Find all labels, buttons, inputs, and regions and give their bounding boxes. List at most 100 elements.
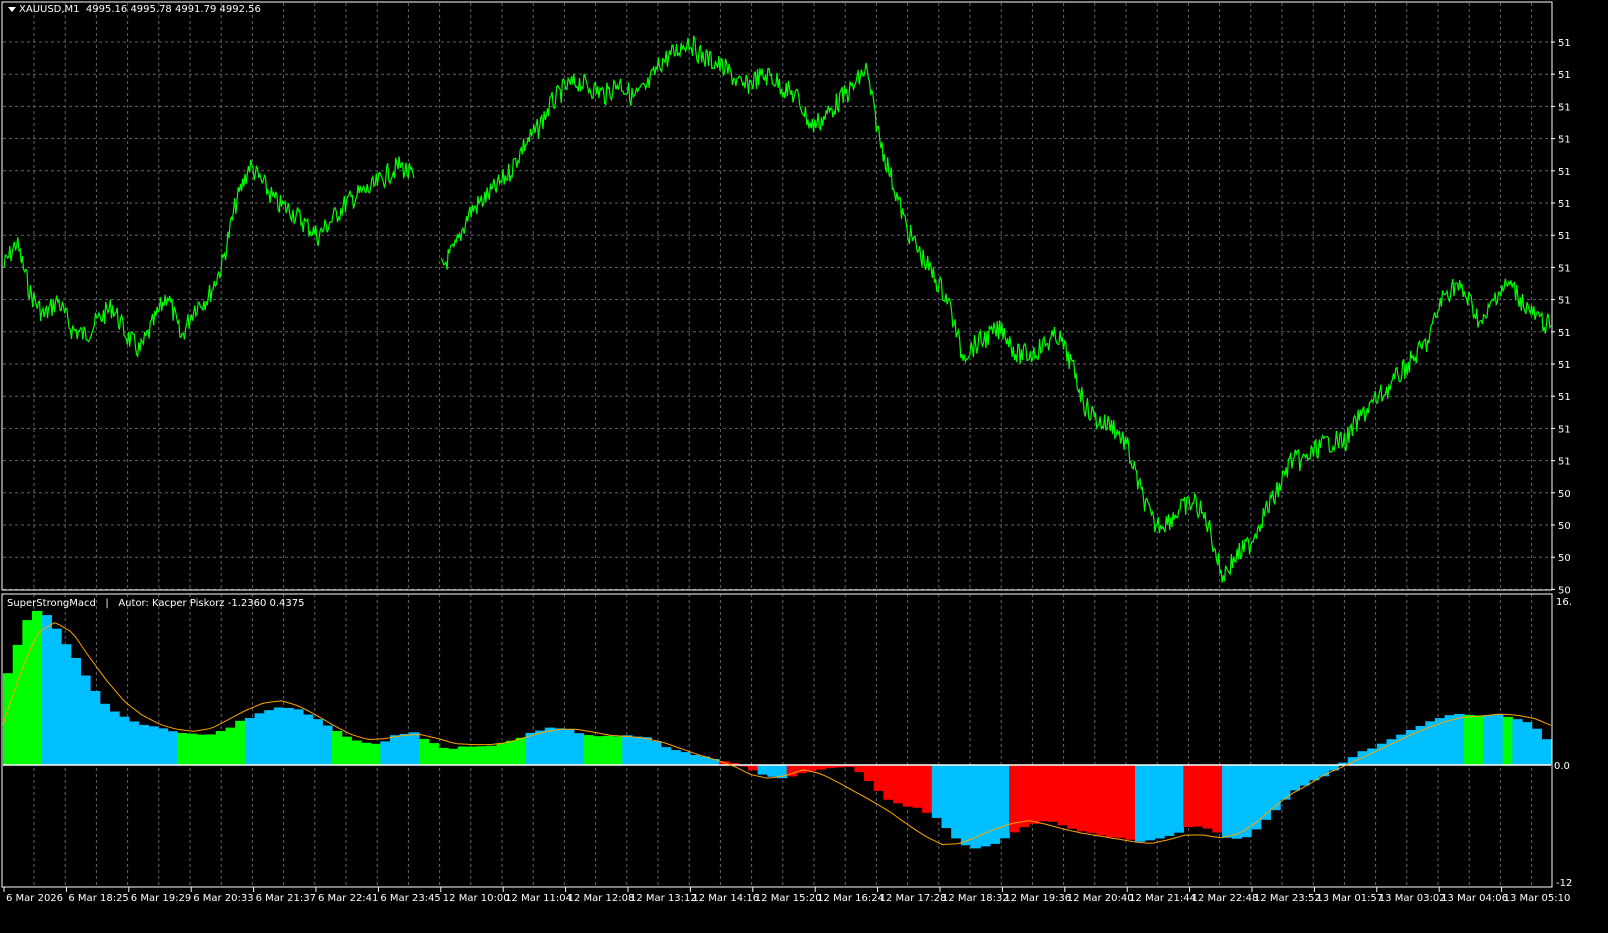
macd-bar [331,731,343,765]
macd-bar [457,746,469,765]
chart-canvas[interactable]: 51 51 51 51 51 51 51 51 51 51 51 51 51 51 50 50 50 50 16.… [0,0,1608,933]
macd-bar [80,675,91,765]
macd-bar [1134,765,1146,842]
main-chart-border [1,1,1553,591]
time-tick-label: 12 Mar 21:44 [1129,893,1196,904]
macd-bar [157,728,169,765]
macd-bar [273,707,285,765]
chevron-down-icon[interactable] [8,6,16,12]
macd-bar [1444,715,1455,765]
time-tick-label: 12 Mar 13:12 [630,893,697,904]
macd-bar [1541,739,1552,765]
macd-bar [593,736,604,765]
price-axis: 51 51 51 51 51 51 51 51 51 51 51 51 51 51 50 50 50 50 [1551,38,1571,596]
macd-bar [1076,765,1088,832]
macd-bar [1067,765,1078,829]
macd-bar [554,728,565,765]
macd-bar [390,735,401,765]
macd-bar [1289,765,1301,791]
time-tick-label: 12 Mar 18:32 [942,893,1009,904]
time-tick-label: 12 Mar 12:08 [568,893,635,904]
price-line-segment [440,35,1552,583]
macd-bar [380,741,391,765]
time-tick-label: 13 Mar 04:06 [1441,893,1508,904]
macd-bar [399,733,410,765]
ohlc-label: 4995.16 4995.78 4991.79 4992.56 [85,4,261,15]
macd-bar [1463,714,1475,765]
macd-histogram[interactable] [2,610,1552,849]
macd-bar [660,747,672,765]
symbol-label: XAUUSD,M1 [19,4,80,15]
time-tick-label: 12 Mar 22:48 [1192,893,1259,904]
macd-bar [1144,765,1155,841]
price-tick-label: 51 [1558,167,1571,178]
macd-bar [341,736,352,765]
macd-bar [477,746,488,765]
macd-bar [1299,765,1310,786]
macd-bar [989,765,1001,844]
macd-bar [360,742,372,765]
macd-bar [1115,765,1126,838]
macd-bar [902,765,914,807]
symbol-header[interactable]: XAUUSD,M1 4995.16 4995.78 4991.79 4992.5… [8,4,261,15]
indicator-axis-min: -12 [1556,878,1572,889]
macd-bar [573,733,585,765]
time-tick-label: 12 Mar 14:16 [692,893,759,904]
macd-bar [186,733,198,765]
time-tick-label: 12 Mar 11:04 [505,893,572,904]
price-tick-label: 51 [1558,457,1571,468]
macd-bar [544,727,556,765]
indicator-header[interactable]: SuperStrongMacd | Autor: Kacper Piskorz … [7,598,305,609]
macd-bar [1086,765,1097,833]
price-tick-label: 51 [1558,424,1571,435]
macd-bar [1183,765,1194,828]
macd-bar [680,752,691,765]
price-tick-label: 50 [1558,553,1571,564]
macd-bar [467,746,478,765]
time-tick-label: 6 Mar 23:45 [380,893,440,904]
macd-bar [883,765,894,800]
time-tick-label: 6 Mar 20:33 [193,893,253,904]
macd-bar [931,765,943,818]
macd-bar [912,765,923,808]
macd-bar [1154,765,1165,839]
macd-bar [1502,716,1513,765]
time-tick-label: 12 Mar 16:24 [817,893,884,904]
macd-bar [1473,715,1484,765]
macd-bar [641,737,652,765]
main-chart-grid [3,3,1551,590]
macd-bar [1125,765,1136,840]
macd-bar [61,644,72,765]
macd-bar [960,765,972,846]
macd-bar [1231,765,1243,839]
macd-bar [1357,751,1368,765]
time-tick-label: 13 Mar 01:57 [1316,893,1383,904]
macd-bar [22,620,33,765]
time-tick-label: 12 Mar 23:52 [1254,893,1321,904]
macd-bar [1173,765,1184,833]
time-tick-label: 6 Mar 19:29 [131,893,191,904]
time-tick-label: 12 Mar 10:00 [443,893,510,904]
macd-bar [32,610,43,765]
macd-bar [370,743,381,765]
time-axis: 6 Mar 2026 6 Mar 18:25 6 Mar 19:29 6 Mar 20… [3,887,1571,904]
time-tick-label: 6 Mar 21:37 [256,893,316,904]
price-tick-label: 51 [1558,392,1571,403]
macd-bar [1038,765,1049,822]
price-tick-label: 50 [1558,521,1571,532]
macd-bar [119,716,130,765]
macd-bar [951,765,962,839]
macd-bar [651,741,662,765]
indicator-name: SuperStrongMacd [7,598,96,609]
macd-bar [1202,765,1213,829]
macd-bar [312,719,323,765]
macd-bar [1047,765,1059,822]
macd-bar [1105,765,1117,838]
macd-bar [922,765,933,813]
macd-bar [747,765,759,771]
macd-bar [757,765,768,775]
time-tick-label: 13 Mar 05:10 [1504,893,1571,904]
price-line[interactable] [2,35,1552,583]
macd-bar [612,736,623,765]
price-tick-label: 51 [1558,231,1571,242]
